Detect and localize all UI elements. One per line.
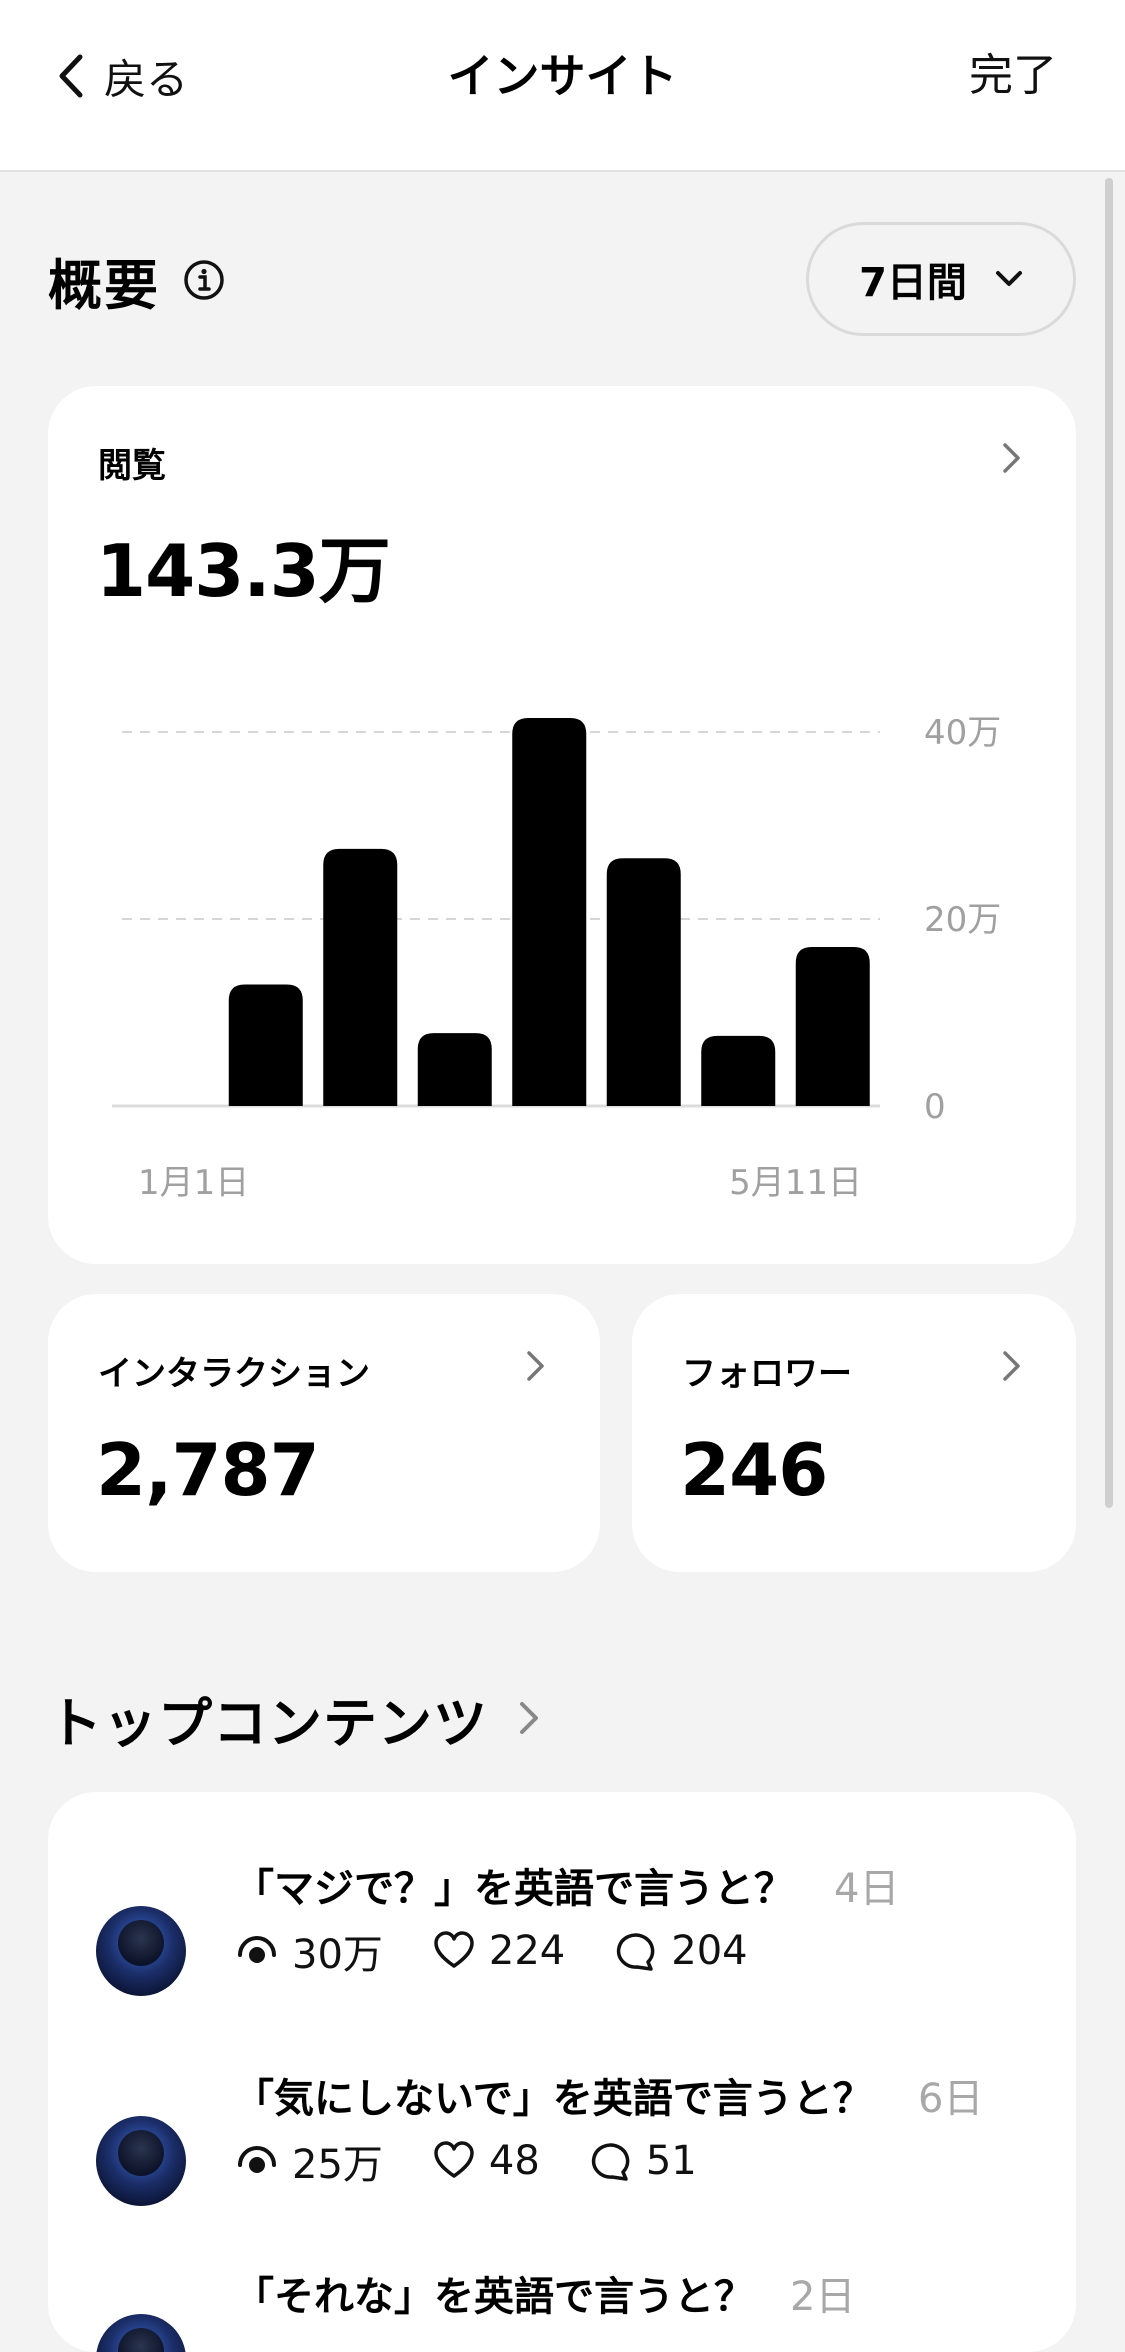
comment-icon xyxy=(617,1933,655,1971)
y-tick-label: 40万 xyxy=(924,713,1001,753)
post-age: 2日 xyxy=(790,2274,856,2320)
followers-label: フォロワー xyxy=(682,1354,852,1394)
post-age: 6日 xyxy=(918,2076,984,2122)
likes-count: 224 xyxy=(488,1928,566,1974)
y-tick-label: 0 xyxy=(924,1087,946,1127)
comments-stat: 204 xyxy=(613,1928,748,1974)
scrollbar[interactable] xyxy=(1105,178,1113,1508)
top-content-item[interactable]: 「マジで？」を英語で言うと？ 4日 30万 224 204 xyxy=(48,1856,1076,2056)
heart-icon xyxy=(434,2141,474,2178)
date-range-label: 7日間 xyxy=(859,260,967,306)
chart-bar[interactable] xyxy=(228,984,303,1106)
top-content-item[interactable]: 「それな」を英語で言うと？ 2日 xyxy=(48,2264,1076,2352)
overview-title: 概要 xyxy=(48,253,160,317)
views-stat: 25万 xyxy=(234,2132,383,2190)
top-content-header[interactable]: トップコンテンツ xyxy=(48,1676,540,1760)
views-bar-chart: 0 20万 40万 1月1日 5月11日 xyxy=(112,713,1001,1203)
views-count: 30万 xyxy=(292,1932,383,1978)
x-tick-label: 1月1日 xyxy=(138,1163,249,1203)
info-icon[interactable] xyxy=(182,258,226,302)
post-title: 「気にしないで」を英語で言うと？ xyxy=(234,2076,873,2122)
chevron-down-icon xyxy=(995,271,1022,286)
views-count: 25万 xyxy=(292,2142,383,2188)
comments-count: 204 xyxy=(671,1928,748,1974)
x-tick-label: 5月11日 xyxy=(729,1163,862,1203)
avatar xyxy=(96,2116,186,2206)
views-icon xyxy=(238,1936,276,1963)
post-title: 「マジで？」を英語で言うと？ xyxy=(234,1866,794,1912)
views-card[interactable]: 閲覧 143.3万 0 20万 40万 1月1日 5月11日 xyxy=(48,386,1076,1264)
views-stat: 30万 xyxy=(234,1922,383,1980)
avatar xyxy=(96,1906,186,1996)
top-content-list: 「マジで？」を英語で言うと？ 4日 30万 224 204 「気にしないで」を英… xyxy=(48,1792,1076,2352)
avatar xyxy=(96,2314,186,2352)
chart-bar[interactable] xyxy=(512,717,587,1106)
page-title: インサイト xyxy=(447,49,678,103)
post-stats: 30万 224 204 xyxy=(234,1922,796,1980)
chart-bar[interactable] xyxy=(606,858,681,1106)
chart-bar[interactable] xyxy=(701,1035,776,1106)
post-stats: 25万 48 51 xyxy=(234,2132,745,2190)
date-range-dropdown[interactable]: 7日間 xyxy=(806,222,1076,336)
likes-count: 48 xyxy=(488,2138,540,2184)
navigation-bar: 戻る インサイト 完了 xyxy=(0,0,1125,172)
top-content-item[interactable]: 「気にしないで」を英語で言うと？ 6日 25万 48 51 xyxy=(48,2066,1076,2266)
followers-value: 246 xyxy=(680,1428,828,1512)
chart-bar[interactable] xyxy=(417,1033,492,1106)
chart-bar[interactable] xyxy=(795,947,870,1106)
views-icon xyxy=(238,2146,276,2173)
chevron-right-icon xyxy=(520,1702,538,1734)
likes-stat: 224 xyxy=(431,1928,565,1974)
post-title: 「それな」を英語で言うと？ xyxy=(234,2274,754,2320)
chart-bar[interactable] xyxy=(323,848,398,1106)
likes-stat: 48 xyxy=(431,2138,540,2184)
top-content-title: トップコンテンツ xyxy=(48,1691,488,1755)
post-age: 4日 xyxy=(834,1866,900,1912)
done-button[interactable]: 完了 xyxy=(969,44,1057,108)
comments-count: 51 xyxy=(645,2138,697,2184)
chevron-right-icon xyxy=(1003,1351,1020,1381)
y-tick-label: 20万 xyxy=(924,900,1001,940)
interaction-value: 2,787 xyxy=(96,1428,320,1512)
heart-icon xyxy=(434,1931,474,1968)
interaction-card[interactable]: インタラクション 2,787 xyxy=(48,1294,600,1572)
comments-stat: 51 xyxy=(588,2138,697,2184)
comment-icon xyxy=(591,2143,630,2181)
interaction-label: インタラクション xyxy=(98,1354,370,1394)
overview-header: 概要 xyxy=(48,244,226,317)
followers-card[interactable]: フォロワー 246 xyxy=(632,1294,1076,1572)
chevron-right-icon xyxy=(527,1351,544,1381)
